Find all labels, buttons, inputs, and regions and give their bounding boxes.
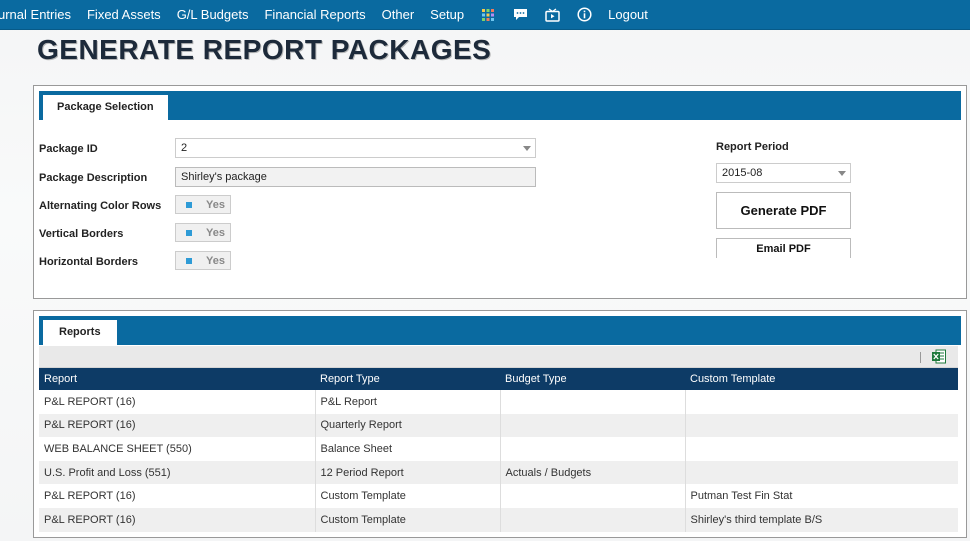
info-icon[interactable] bbox=[568, 0, 600, 30]
table-row[interactable]: WEB BALANCE SHEET (550) Balance Sheet bbox=[39, 437, 958, 461]
cell-budget-type bbox=[500, 390, 686, 414]
cell-budget-type bbox=[500, 507, 686, 532]
cell-report: WEB BALANCE SHEET (550) bbox=[39, 437, 316, 461]
panel-header: Package Selection bbox=[39, 91, 961, 120]
table-row[interactable]: P&L REPORT (16) Custom Template Putman T… bbox=[39, 484, 958, 508]
vertical-borders-toggle[interactable]: Yes bbox=[175, 223, 231, 242]
page-title: GENERATE REPORT PACKAGES bbox=[37, 34, 492, 65]
cell-budget-type bbox=[500, 437, 686, 461]
column-header-report[interactable]: Report bbox=[39, 368, 315, 390]
table-row[interactable]: P&L REPORT (16) P&L Report bbox=[39, 390, 958, 414]
cell-report-type: Custom Template bbox=[315, 507, 501, 532]
generate-pdf-button[interactable]: Generate PDF bbox=[716, 192, 851, 229]
toggle-indicator-icon bbox=[186, 229, 192, 236]
package-id-value: 2 bbox=[181, 142, 188, 154]
table-row[interactable]: U.S. Profit and Loss (551) 12 Period Rep… bbox=[39, 460, 958, 485]
cell-budget-type: Actuals / Budgets bbox=[500, 460, 686, 485]
cell-custom-template bbox=[685, 437, 958, 461]
toggle-value: Yes bbox=[206, 198, 225, 211]
cell-custom-template: Shirley's third template B/S bbox=[685, 507, 958, 532]
package-id-select[interactable]: 2 bbox=[175, 138, 536, 158]
grid-icon[interactable] bbox=[472, 0, 504, 30]
table-row[interactable]: P&L REPORT (16) Quarterly Report bbox=[39, 413, 958, 438]
excel-export-icon[interactable] bbox=[932, 349, 946, 364]
cell-report: P&L REPORT (16) bbox=[39, 484, 316, 508]
tab-package-selection[interactable]: Package Selection bbox=[43, 95, 168, 120]
vertical-borders-label: Vertical Borders bbox=[39, 228, 124, 240]
toggle-value: Yes bbox=[206, 226, 225, 239]
report-period-select[interactable]: 2015-08 bbox=[716, 163, 851, 183]
cell-report: U.S. Profit and Loss (551) bbox=[39, 460, 316, 485]
cell-report-type: Custom Template bbox=[315, 484, 501, 508]
toggle-indicator-icon bbox=[186, 201, 192, 208]
cell-report: P&L REPORT (16) bbox=[39, 413, 316, 438]
column-header-report-type[interactable]: Report Type bbox=[315, 368, 500, 390]
cell-report: P&L REPORT (16) bbox=[39, 390, 316, 414]
toggle-indicator-icon bbox=[186, 257, 192, 264]
cell-custom-template bbox=[685, 390, 958, 414]
chevron-down-icon[interactable] bbox=[519, 139, 535, 157]
tab-reports[interactable]: Reports bbox=[43, 320, 117, 345]
cell-report-type: 12 Period Report bbox=[315, 460, 501, 485]
nav-financial-reports[interactable]: Financial Reports bbox=[256, 0, 373, 30]
toolbar-divider bbox=[920, 352, 921, 363]
reports-table: Report Report Type Budget Type Custom Te… bbox=[39, 368, 958, 532]
panel-header: Reports bbox=[39, 316, 961, 345]
cell-report: P&L REPORT (16) bbox=[39, 507, 316, 532]
package-selection-panel: Package Selection Package ID 2 Package D… bbox=[33, 85, 967, 299]
column-header-custom-template[interactable]: Custom Template bbox=[685, 368, 958, 390]
package-description-label: Package Description bbox=[39, 172, 148, 184]
cell-budget-type bbox=[500, 484, 686, 508]
cell-budget-type bbox=[500, 413, 686, 438]
report-period-value: 2015-08 bbox=[722, 167, 763, 179]
nav-other[interactable]: Other bbox=[374, 0, 423, 30]
horizontal-borders-toggle[interactable]: Yes bbox=[175, 251, 231, 270]
top-navigation: urnal Entries Fixed Assets G/L Budgets F… bbox=[0, 0, 970, 30]
nav-setup[interactable]: Setup bbox=[422, 0, 472, 30]
chat-icon[interactable] bbox=[504, 0, 536, 30]
cell-report-type: Balance Sheet bbox=[315, 437, 501, 461]
column-header-budget-type[interactable]: Budget Type bbox=[500, 368, 685, 390]
cell-report-type: P&L Report bbox=[315, 390, 501, 414]
logout-link[interactable]: Logout bbox=[600, 0, 656, 30]
cell-custom-template bbox=[685, 460, 958, 485]
alternating-color-rows-toggle[interactable]: Yes bbox=[175, 195, 231, 214]
cell-custom-template: Putman Test Fin Stat bbox=[685, 484, 958, 508]
chevron-down-icon[interactable] bbox=[834, 164, 850, 182]
toggle-value: Yes bbox=[206, 254, 225, 267]
horizontal-borders-label: Horizontal Borders bbox=[39, 256, 139, 268]
grid-toolbar bbox=[39, 346, 958, 368]
alternating-color-rows-label: Alternating Color Rows bbox=[39, 200, 162, 212]
table-header-row: Report Report Type Budget Type Custom Te… bbox=[39, 368, 958, 390]
package-id-label: Package ID bbox=[39, 143, 98, 155]
email-pdf-button[interactable]: Email PDF bbox=[716, 238, 851, 258]
nav-gl-budgets[interactable]: G/L Budgets bbox=[169, 0, 257, 30]
nav-fixed-assets[interactable]: Fixed Assets bbox=[79, 0, 169, 30]
report-period-label: Report Period bbox=[716, 141, 789, 153]
cell-custom-template bbox=[685, 413, 958, 438]
cell-report-type: Quarterly Report bbox=[315, 413, 501, 438]
nav-journal-entries[interactable]: urnal Entries bbox=[0, 0, 79, 30]
package-description-input[interactable]: Shirley's package bbox=[175, 167, 536, 187]
reports-panel: Reports Report Report Type Budget Type C… bbox=[33, 310, 967, 538]
table-row[interactable]: P&L REPORT (16) Custom Template Shirley'… bbox=[39, 507, 958, 532]
tv-icon[interactable] bbox=[536, 0, 568, 30]
